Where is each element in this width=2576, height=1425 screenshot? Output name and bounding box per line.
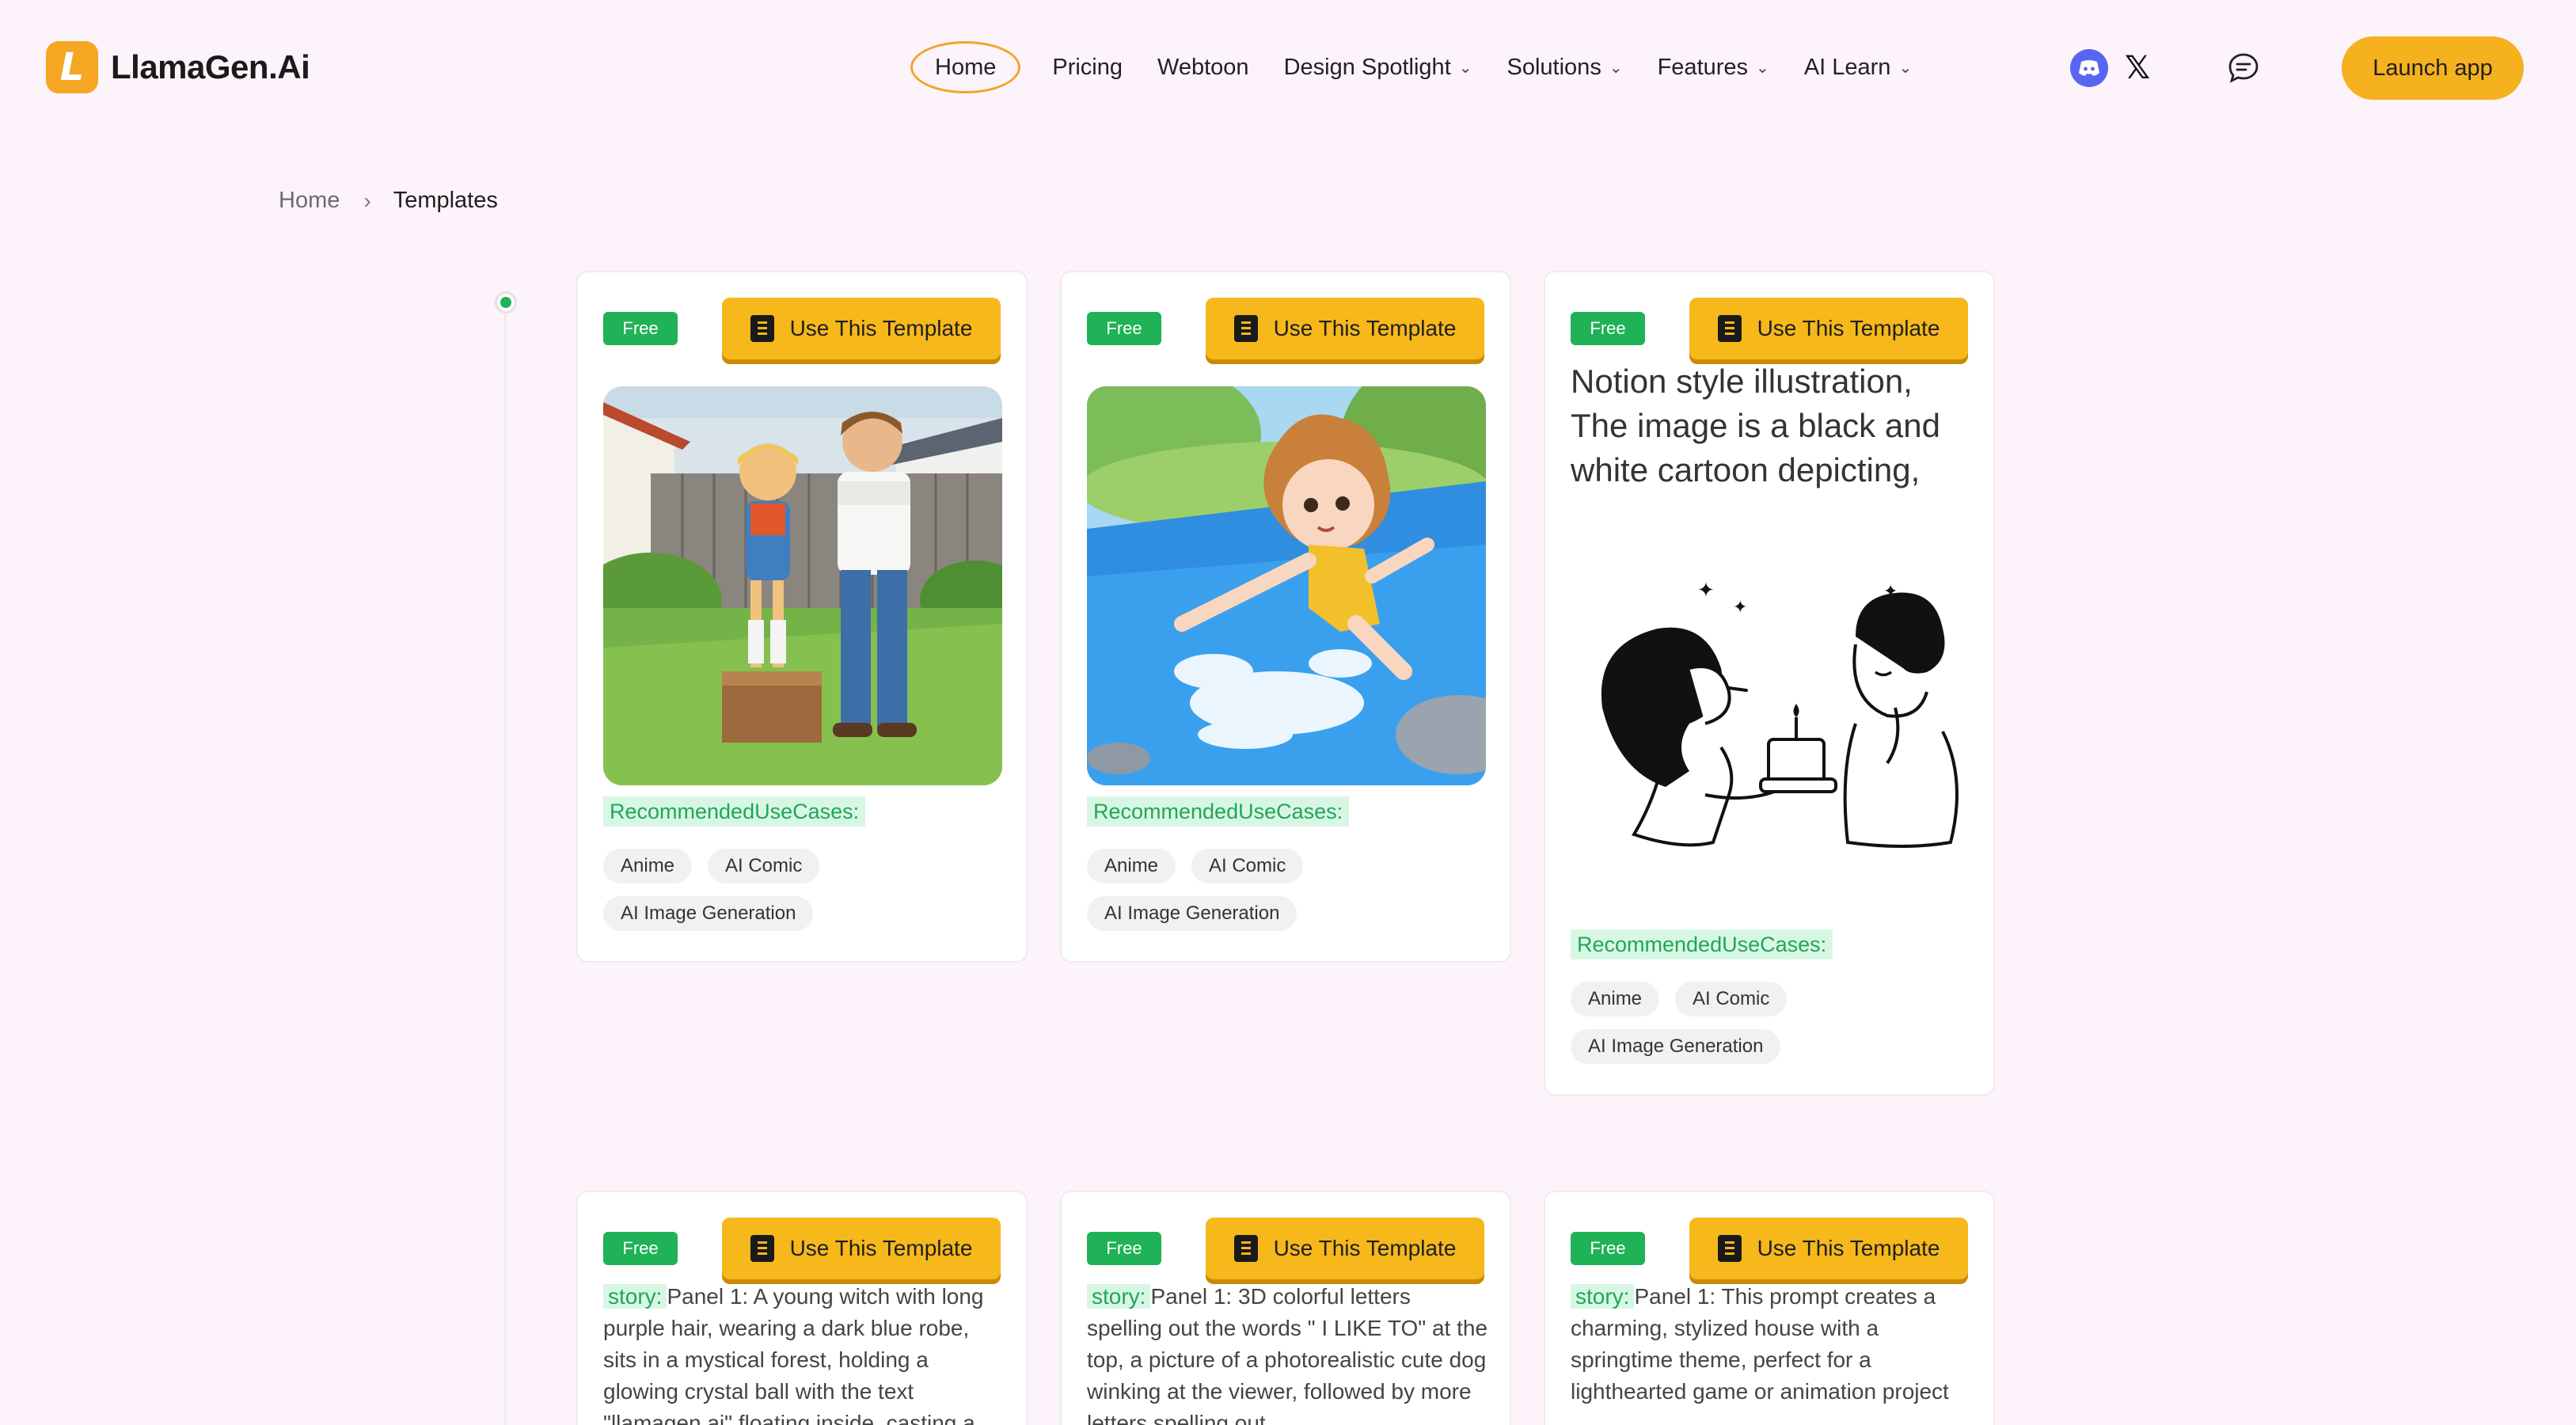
free-badge: Free <box>1087 1232 1161 1265</box>
svg-text:✦: ✦ <box>1733 598 1747 618</box>
tag-chip[interactable]: AI Comic <box>708 849 820 884</box>
free-badge: Free <box>603 312 678 345</box>
chevron-down-icon: ⌄ <box>1609 59 1623 77</box>
template-icon <box>1233 315 1258 342</box>
use-template-button[interactable]: Use This Template <box>1206 298 1484 359</box>
story-label: story: <box>1571 1284 1635 1309</box>
use-template-button[interactable]: Use This Template <box>722 298 1001 359</box>
template-card[interactable]: Free Use This Template story: Panel 1: 3D… <box>1060 1191 1511 1425</box>
template-thumbnail[interactable] <box>603 386 1002 785</box>
main-nav: Home Pricing Webtoon Design Spotlight ⌄ S… <box>910 33 1929 101</box>
launch-app-button[interactable]: Launch app <box>2342 36 2524 100</box>
chat-bubble-icon[interactable] <box>2225 49 2263 87</box>
use-template-button[interactable]: Use This Template <box>1689 1218 1968 1279</box>
use-template-label: Use This Template <box>1273 316 1457 340</box>
tag-chip[interactable]: Anime <box>1571 982 1660 1016</box>
free-badge: Free <box>1571 1232 1645 1265</box>
nav-solutions-label: Solutions <box>1506 54 1601 80</box>
template-icon <box>1717 315 1742 342</box>
nav-ai-learn[interactable]: AI Learn ⌄ <box>1787 41 1929 93</box>
chevron-down-icon: ⌄ <box>1756 59 1769 77</box>
discord-icon[interactable] <box>2070 49 2108 87</box>
template-icon <box>750 1235 774 1262</box>
template-story: story: Panel 1: 3D colorful letters spell… <box>1087 1281 1491 1425</box>
chevron-down-icon: ⌄ <box>1898 59 1913 77</box>
template-icon <box>750 315 774 342</box>
svg-text:✦: ✦ <box>1697 579 1715 602</box>
use-template-label: Use This Template <box>789 316 973 340</box>
brand-name: LlamaGen.Ai <box>111 48 310 86</box>
brand-logo[interactable]: L LlamaGen.Ai <box>46 41 310 93</box>
nav-features[interactable]: Features ⌄ <box>1640 41 1787 93</box>
template-thumbnail[interactable]: ✦ ✦ ✦ <box>1571 510 1970 922</box>
tag-chip[interactable]: AI Comic <box>1191 849 1304 884</box>
use-template-label: Use This Template <box>1757 1236 1940 1260</box>
use-template-button[interactable]: Use This Template <box>1206 1218 1484 1279</box>
nav-solutions[interactable]: Solutions ⌄ <box>1490 41 1640 93</box>
chevron-right-icon: › <box>363 188 371 213</box>
recommended-use-cases-label: RecommendedUseCases: <box>603 796 866 826</box>
template-story: story: Panel 1: A young witch with long p… <box>603 1281 1007 1425</box>
template-thumbnail[interactable] <box>1087 386 1486 785</box>
template-card[interactable]: Free Use This Template Notion style illu… <box>1544 271 1995 1096</box>
timeline-dot <box>495 291 517 314</box>
free-badge: Free <box>1571 312 1645 345</box>
story-label: story: <box>603 1284 667 1309</box>
template-description: Notion style illustration, The image is … <box>1571 363 1940 488</box>
story-label: story: <box>1087 1284 1151 1309</box>
nav-home-label: Home <box>935 54 997 80</box>
use-template-label: Use This Template <box>1757 316 1940 340</box>
x-twitter-icon[interactable]: 𝕏 <box>2118 49 2156 87</box>
timeline-line <box>504 302 507 1425</box>
tag-chip[interactable]: AI Image Generation <box>1087 896 1297 931</box>
nav-webtoon-label: Webtoon <box>1157 54 1249 80</box>
use-template-button[interactable]: Use This Template <box>722 1218 1001 1279</box>
template-card[interactable]: Free Use This Template RecommendedUseCas… <box>1060 271 1511 963</box>
breadcrumb-home[interactable]: Home <box>279 188 340 214</box>
use-template-button[interactable]: Use This Template <box>1689 298 1968 359</box>
template-card[interactable]: Free Use This Template RecommendedUseCas… <box>576 271 1028 963</box>
tag-chip[interactable]: Anime <box>1087 849 1176 884</box>
nav-features-label: Features <box>1657 54 1749 80</box>
chevron-down-icon: ⌄ <box>1458 59 1472 77</box>
free-badge: Free <box>1087 312 1161 345</box>
use-template-label: Use This Template <box>789 1236 973 1260</box>
recommended-use-cases-label: RecommendedUseCases: <box>1571 929 1833 960</box>
tag-chip[interactable]: Anime <box>603 849 693 884</box>
breadcrumb: Home › Templates <box>279 188 498 214</box>
tag-chip[interactable]: AI Comic <box>1675 982 1788 1016</box>
top-nav-bar: L LlamaGen.Ai Home Pricing Webtoon Desig… <box>0 0 2576 135</box>
template-icon <box>1717 1235 1742 1262</box>
nav-pricing-label: Pricing <box>1052 54 1123 80</box>
llama-logo-icon: L <box>46 41 98 93</box>
nav-design-spotlight[interactable]: Design Spotlight ⌄ <box>1267 41 1490 93</box>
breadcrumb-current: Templates <box>393 188 498 213</box>
nav-pricing[interactable]: Pricing <box>1035 41 1140 93</box>
tag-chip[interactable]: AI Image Generation <box>1571 1029 1781 1064</box>
nav-webtoon[interactable]: Webtoon <box>1140 41 1267 93</box>
template-card[interactable]: Free Use This Template story: Panel 1: Th… <box>1544 1191 1995 1425</box>
use-template-label: Use This Template <box>1273 1236 1457 1260</box>
tag-chip[interactable]: AI Image Generation <box>603 896 814 931</box>
free-badge: Free <box>603 1232 678 1265</box>
nav-home[interactable]: Home <box>910 41 1021 93</box>
template-card[interactable]: Free Use This Template story: Panel 1: A … <box>576 1191 1028 1425</box>
template-icon <box>1233 1235 1258 1262</box>
nav-ai-learn-label: AI Learn <box>1803 54 1891 80</box>
recommended-use-cases-label: RecommendedUseCases: <box>1087 796 1350 826</box>
nav-design-spotlight-label: Design Spotlight <box>1283 54 1451 80</box>
template-story: story: Panel 1: This prompt creates a cha… <box>1571 1281 1974 1408</box>
